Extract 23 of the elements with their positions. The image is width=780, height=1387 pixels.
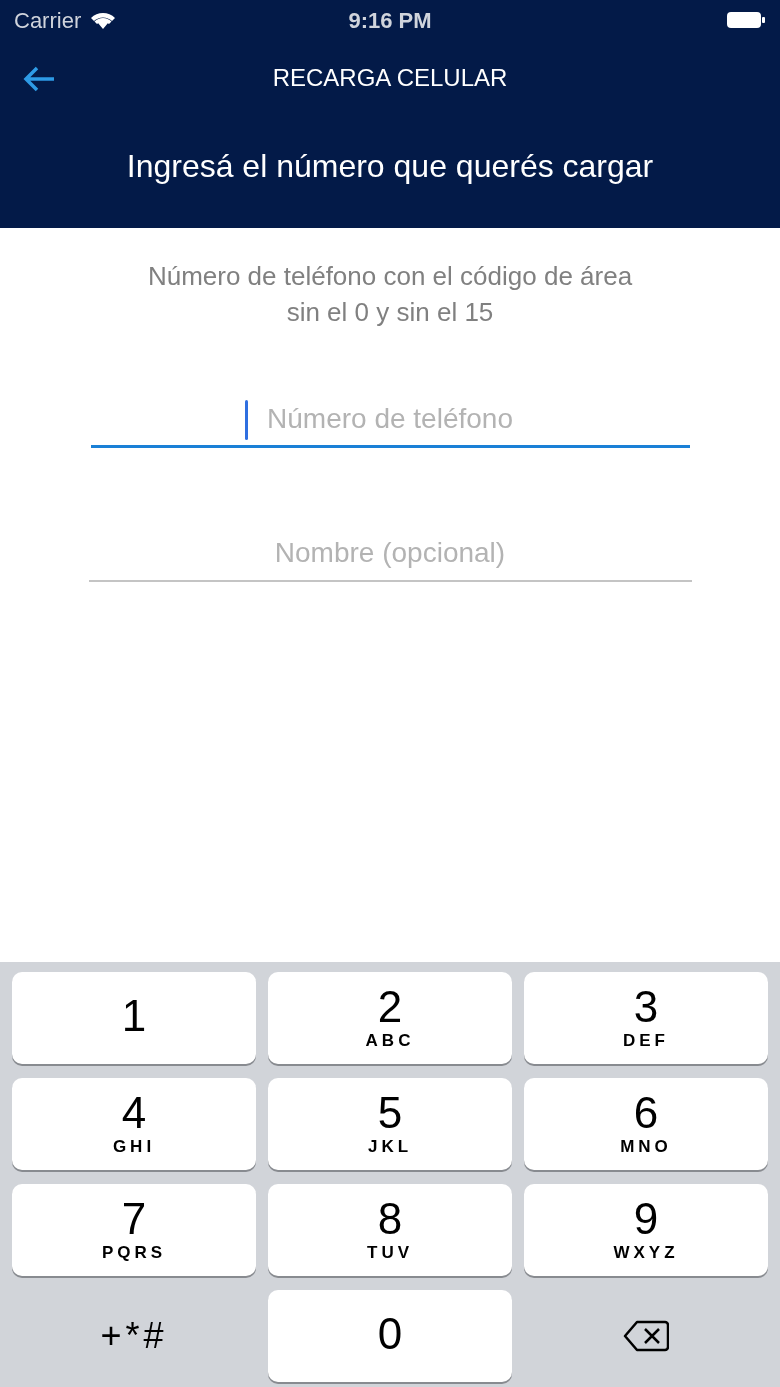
key[interactable]: 1 [12,972,256,1064]
carrier-name: Carrier [14,6,82,35]
key[interactable]: 0 [268,1290,512,1382]
back-arrow-icon [22,65,56,93]
screen-title: RECARGA CELULAR [272,63,508,93]
key[interactable]: 7 PQRS [12,1184,256,1276]
key[interactable]: 4 GHI [12,1078,256,1170]
key[interactable]: 6 MNO [524,1078,768,1170]
status-time: 9:16 PM [348,6,432,35]
instructions-text: Número de teléfono con el código de área sin el 0 y sin el 15 [146,260,634,329]
header-text: Ingresá el número que querés cargar [126,147,654,186]
input-field[interactable]: Número de teléfono [90,392,690,448]
symbols-key[interactable]: +*# [12,1290,256,1382]
key[interactable]: 3 DEF [524,972,768,1064]
backspace-icon [623,1320,669,1352]
key[interactable]: 2 ABC [268,972,512,1064]
wifi-icon [89,10,118,30]
key[interactable]: 5 JKL [268,1078,512,1170]
key[interactable]: 9 WXYZ [524,1184,768,1276]
input-field[interactable]: Nombre (opcional) [88,526,692,582]
battery-icon [726,10,766,30]
text-cursor [244,400,248,440]
key[interactable]: 8 TUV [268,1184,512,1276]
